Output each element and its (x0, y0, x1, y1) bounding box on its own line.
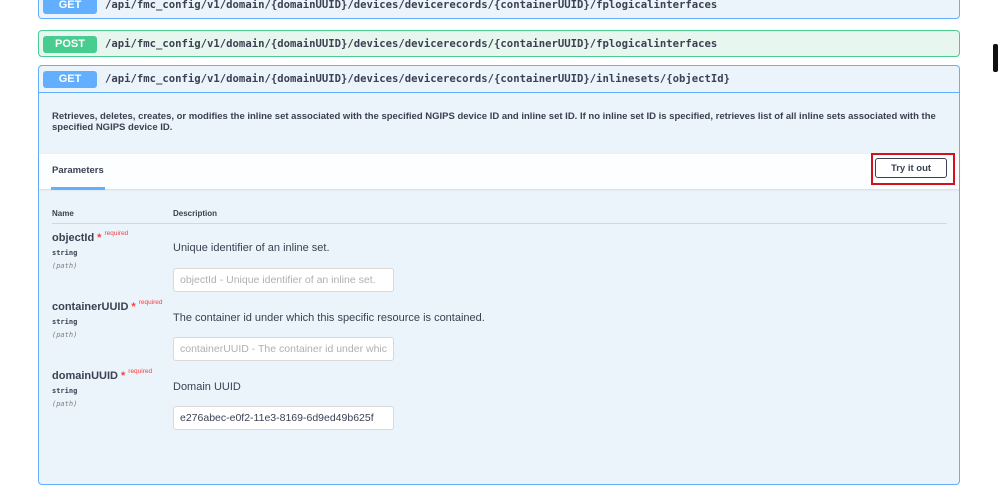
column-header-description: Description (173, 209, 218, 218)
required-star: * (97, 232, 102, 244)
param-name-objectId: objectId * required (52, 230, 129, 244)
operation-summary[interactable]: GET /api/fmc_config/v1/domain/{domainUUI… (39, 66, 959, 93)
required-star: * (121, 370, 126, 382)
param-type: string (52, 387, 78, 395)
scrollbar-thumb[interactable] (993, 44, 998, 72)
param-name-domainUUID: domainUUID * required (52, 368, 153, 382)
param-location: (path) (52, 262, 78, 270)
try-it-out-button[interactable]: Try it out (875, 158, 947, 178)
param-type: string (52, 249, 78, 257)
param-type: string (52, 318, 78, 326)
param-location: (path) (52, 331, 78, 339)
operation-summary[interactable]: POST /api/fmc_config/v1/domain/{domainUU… (39, 31, 959, 57)
tab-parameters[interactable]: Parameters (51, 154, 105, 190)
param-location: (path) (52, 400, 78, 408)
operation-post-fplogicalinterfaces[interactable]: POST /api/fmc_config/v1/domain/{domainUU… (38, 30, 960, 57)
required-label: required (128, 368, 153, 375)
table-divider (52, 223, 947, 224)
param-name-containerUUID: containerUUID * required (52, 299, 163, 313)
operation-get-fplogicalinterfaces[interactable]: GET /api/fmc_config/v1/domain/{domainUUI… (38, 0, 960, 19)
parameters-section-header: Parameters Try it out (39, 153, 959, 190)
method-badge-get: GET (43, 70, 97, 88)
method-badge-post: POST (43, 35, 97, 53)
param-name-text: objectId (52, 232, 95, 244)
operation-summary[interactable]: GET /api/fmc_config/v1/domain/{domainUUI… (39, 0, 959, 18)
param-name-text: containerUUID (52, 301, 129, 313)
method-badge-get: GET (43, 0, 97, 14)
operation-description: Retrieves, deletes, creates, or modifies… (52, 111, 936, 133)
required-label: required (138, 299, 163, 306)
param-name-text: domainUUID (52, 370, 118, 382)
containerUUID-input[interactable] (173, 337, 394, 361)
operation-path: /api/fmc_config/v1/domain/{domainUUID}/d… (105, 73, 731, 85)
operation-path: /api/fmc_config/v1/domain/{domainUUID}/d… (105, 38, 718, 50)
required-star: * (131, 301, 136, 313)
domainUUID-input[interactable] (173, 406, 394, 430)
param-description: Domain UUID (173, 381, 241, 393)
param-description: The container id under which this specif… (173, 312, 485, 324)
operation-path: /api/fmc_config/v1/domain/{domainUUID}/d… (105, 0, 718, 11)
column-header-name: Name (52, 209, 74, 218)
operation-get-inlinesets: GET /api/fmc_config/v1/domain/{domainUUI… (38, 65, 960, 485)
param-description: Unique identifier of an inline set. (173, 242, 330, 254)
objectId-input[interactable] (173, 268, 394, 292)
required-label: required (104, 230, 129, 237)
